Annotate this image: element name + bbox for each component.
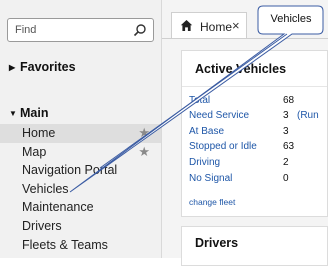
stat-value: 0 (283, 173, 289, 184)
main-content: Home × Active Vehicles Total 68 Need Ser… (162, 0, 328, 266)
sidebar-item-label: Maintenance (22, 200, 94, 215)
search-box[interactable] (7, 18, 154, 42)
stat-value: 2 (283, 157, 289, 168)
caret-down-icon: ▼ (9, 109, 17, 118)
run-link[interactable]: (Run (297, 109, 319, 123)
sidebar-item-maintenance[interactable]: Maintenance (0, 198, 161, 217)
stat-row-no-signal: No Signal 0 (189, 172, 328, 186)
tab-label: Home (200, 20, 233, 34)
sidebar-item-drivers[interactable]: Drivers (0, 217, 161, 236)
tab-home[interactable]: Home × (171, 12, 247, 39)
stat-link[interactable]: Stopped or Idle (189, 140, 257, 154)
main-label: Main (20, 106, 49, 120)
stat-link[interactable]: No Signal (189, 172, 232, 186)
drivers-panel: Drivers (181, 226, 328, 266)
star-icon[interactable]: ★ (138, 143, 150, 162)
sidebar-item-label: Drivers (22, 218, 62, 233)
home-icon (180, 20, 193, 31)
stat-value: 63 (283, 141, 295, 152)
change-fleet-link[interactable]: change fleet (189, 197, 235, 207)
stat-link[interactable]: Driving (189, 156, 220, 170)
sidebar-item-label: Fleets & Teams (22, 237, 108, 252)
sidebar-item-fleets-teams[interactable]: Fleets & Teams (0, 236, 161, 255)
panel-title: Active Vehicles (195, 62, 287, 76)
sidebar-item-label: Home (22, 126, 56, 140)
sidebar-item-label: Navigation Portal (22, 163, 118, 178)
stat-row-driving: Driving 2 (189, 156, 328, 170)
tab-strip-divider (162, 38, 328, 39)
stat-value: 68 (283, 95, 295, 106)
stat-link[interactable]: Need Service (189, 109, 249, 123)
main-menu: Home ★ Map ★ Navigation Portal Vehicles … (0, 124, 161, 254)
stat-value: 3 (283, 110, 289, 121)
callout-label: Vehicles (270, 13, 312, 25)
stat-link[interactable]: Total (189, 94, 210, 108)
stat-row-total: Total 68 (189, 94, 328, 108)
favorites-label: Favorites (20, 60, 76, 74)
stat-link[interactable]: At Base (189, 125, 224, 139)
stat-row-stopped-idle: Stopped or Idle 63 (189, 140, 328, 154)
stat-row-at-base: At Base 3 (189, 125, 328, 139)
favorites-section-toggle[interactable]: ▶ Favorites (9, 60, 76, 74)
sidebar-item-home[interactable]: Home ★ (0, 124, 161, 143)
caret-right-icon: ▶ (9, 63, 16, 72)
search-icon[interactable] (133, 23, 147, 37)
sidebar-item-vehicles[interactable]: Vehicles (0, 180, 161, 199)
stat-row-need-service: Need Service 3 (Run (189, 109, 328, 123)
sidebar-item-navigation-portal[interactable]: Navigation Portal (0, 161, 161, 180)
search-input[interactable] (15, 22, 127, 38)
close-icon[interactable]: × (232, 18, 240, 33)
sidebar-item-map[interactable]: Map ★ (0, 143, 161, 162)
star-icon[interactable]: ★ (138, 124, 150, 143)
main-section-toggle[interactable]: ▼ Main (9, 106, 48, 120)
active-vehicles-panel: Active Vehicles Total 68 Need Service 3 … (181, 50, 328, 217)
sidebar-item-label: Vehicles (22, 181, 69, 196)
stat-value: 3 (283, 126, 289, 137)
divider (182, 86, 327, 87)
sidebar-item-label: Map (22, 144, 47, 159)
sidebar: ▶ Favorites ▼Main Home ★ Map ★ Navigation… (0, 0, 162, 258)
panel-title: Drivers (195, 236, 239, 250)
